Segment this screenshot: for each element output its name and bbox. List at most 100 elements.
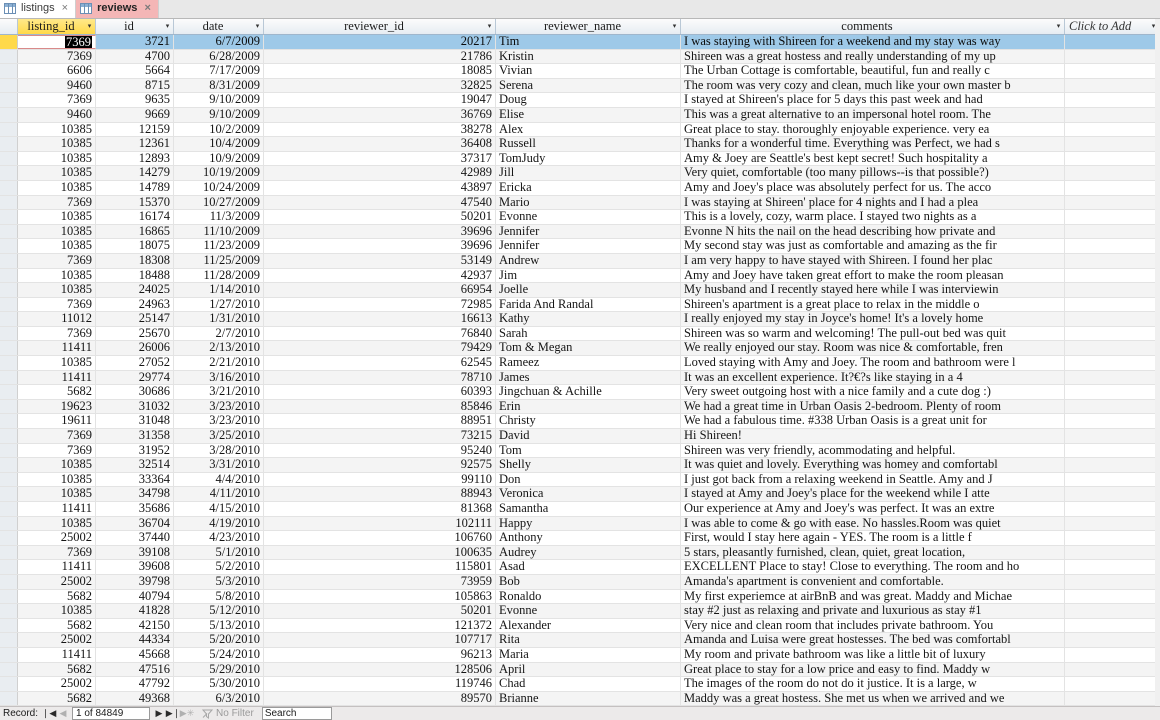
- row-selector[interactable]: [0, 210, 18, 224]
- cell-listing_id[interactable]: 7369: [18, 327, 96, 341]
- cell-reviewer_id[interactable]: 76840: [264, 327, 496, 341]
- cell-listing_id[interactable]: 10385: [18, 210, 96, 224]
- row-selector[interactable]: [0, 283, 18, 297]
- row-selector[interactable]: [0, 254, 18, 268]
- close-icon[interactable]: ×: [60, 3, 70, 14]
- cell-comments[interactable]: We really enjoyed our stay. Room was nic…: [681, 341, 1065, 355]
- cell-id[interactable]: 5664: [96, 64, 174, 78]
- cell-reviewer_name[interactable]: Anthony: [496, 531, 681, 545]
- cell-id[interactable]: 12159: [96, 123, 174, 137]
- cell-reviewer_id[interactable]: 128506: [264, 663, 496, 677]
- cell-listing_id[interactable]: 10385: [18, 123, 96, 137]
- cell-reviewer_name[interactable]: Shelly: [496, 458, 681, 472]
- cell-reviewer_id[interactable]: 78710: [264, 371, 496, 385]
- row-selector[interactable]: [0, 487, 18, 501]
- cell-date[interactable]: 5/8/2010: [174, 590, 264, 604]
- cell-date[interactable]: 10/27/2009: [174, 196, 264, 210]
- table-row[interactable]: 7369256702/7/201076840SarahShireen was s…: [0, 327, 1160, 342]
- cell-reviewer_name[interactable]: Alex: [496, 123, 681, 137]
- row-selector[interactable]: [0, 93, 18, 107]
- cell-reviewer_id[interactable]: 37317: [264, 152, 496, 166]
- cell-id[interactable]: 49368: [96, 692, 174, 706]
- cell-comments[interactable]: My second stay was just as comfortable a…: [681, 239, 1065, 253]
- table-row[interactable]: 10385325143/31/201092575ShellyIt was qui…: [0, 458, 1160, 473]
- cell-reviewer_id[interactable]: 20217: [264, 35, 496, 49]
- cell-reviewer_id[interactable]: 73215: [264, 429, 496, 443]
- table-row[interactable]: 10385347984/11/201088943VeronicaI stayed…: [0, 487, 1160, 502]
- cell-comments[interactable]: Great place to stay. thoroughly enjoyabl…: [681, 123, 1065, 137]
- cell-date[interactable]: 10/2/2009: [174, 123, 264, 137]
- cell-listing_id[interactable]: 10385: [18, 458, 96, 472]
- table-row[interactable]: 103851807511/23/200939696JenniferMy seco…: [0, 239, 1160, 254]
- cell-reviewer_name[interactable]: Kathy: [496, 312, 681, 326]
- cell-id[interactable]: 3721: [96, 35, 174, 49]
- cell-date[interactable]: 3/28/2010: [174, 444, 264, 458]
- row-selector[interactable]: [0, 692, 18, 706]
- cell-reviewer_id[interactable]: 43897: [264, 181, 496, 195]
- table-row[interactable]: 11411260062/13/201079429Tom & MeganWe re…: [0, 341, 1160, 356]
- cell-comments[interactable]: It was quiet and lovely. Everything was …: [681, 458, 1065, 472]
- cell-comments[interactable]: Amy and Joey's place was absolutely perf…: [681, 181, 1065, 195]
- table-row[interactable]: 19611310483/23/201088951ChristyWe had a …: [0, 414, 1160, 429]
- cell-reviewer_id[interactable]: 88951: [264, 414, 496, 428]
- cell-comments[interactable]: My first experiemce at airBnB and was gr…: [681, 590, 1065, 604]
- cell-date[interactable]: 5/1/2010: [174, 546, 264, 560]
- cell-reviewer_name[interactable]: Brianne: [496, 692, 681, 706]
- row-selector[interactable]: [0, 35, 18, 49]
- cell-id[interactable]: 39608: [96, 560, 174, 574]
- cell-comments[interactable]: We had a fabulous time. #338 Urban Oasis…: [681, 414, 1065, 428]
- cell-comments[interactable]: I am very happy to have stayed with Shir…: [681, 254, 1065, 268]
- cell-id[interactable]: 42150: [96, 619, 174, 633]
- cell-reviewer_name[interactable]: Samantha: [496, 502, 681, 516]
- cell-reviewer_name[interactable]: Jim: [496, 269, 681, 283]
- row-selector[interactable]: [0, 137, 18, 151]
- row-selector[interactable]: [0, 269, 18, 283]
- cell-listing_id[interactable]: 7369: [18, 196, 96, 210]
- cell-date[interactable]: 6/28/2009: [174, 50, 264, 64]
- cell-reviewer_name[interactable]: Chad: [496, 677, 681, 691]
- cell-date[interactable]: 3/25/2010: [174, 429, 264, 443]
- table-row[interactable]: 103851289310/9/200937317TomJudyAmy & Joe…: [0, 152, 1160, 167]
- cell-listing_id[interactable]: 10385: [18, 239, 96, 253]
- cell-comments[interactable]: Very nice and clean room that includes p…: [681, 619, 1065, 633]
- new-record-button[interactable]: ▶✳: [180, 707, 194, 720]
- cell-listing_id[interactable]: 10385: [18, 181, 96, 195]
- row-selector[interactable]: [0, 677, 18, 691]
- row-selector[interactable]: [0, 64, 18, 78]
- table-row[interactable]: 11411456685/24/201096213MariaMy room and…: [0, 648, 1160, 663]
- cell-date[interactable]: 6/3/2010: [174, 692, 264, 706]
- cell-listing_id[interactable]: 11411: [18, 648, 96, 662]
- cell-listing_id[interactable]: 5682: [18, 619, 96, 633]
- table-row[interactable]: 19623310323/23/201085846ErinWe had a gre…: [0, 400, 1160, 415]
- cell-comments[interactable]: I just got back from a relaxing weekend …: [681, 473, 1065, 487]
- row-selector[interactable]: [0, 458, 18, 472]
- cell-date[interactable]: 4/15/2010: [174, 502, 264, 516]
- table-row[interactable]: 5682475165/29/2010128506AprilGreat place…: [0, 663, 1160, 678]
- cell-listing_id[interactable]: 7369: [18, 50, 96, 64]
- cell-listing_id[interactable]: 19623: [18, 400, 96, 414]
- table-row[interactable]: 11411297743/16/201078710JamesIt was an e…: [0, 371, 1160, 386]
- cell-reviewer_id[interactable]: 36769: [264, 108, 496, 122]
- chevron-down-icon[interactable]: ▾: [484, 23, 495, 30]
- row-selector[interactable]: [0, 181, 18, 195]
- cell-listing_id[interactable]: 10385: [18, 356, 96, 370]
- cell-listing_id[interactable]: 25002: [18, 575, 96, 589]
- cell-date[interactable]: 7/17/2009: [174, 64, 264, 78]
- row-selector[interactable]: [0, 473, 18, 487]
- table-row[interactable]: 25002443345/20/2010107717RitaAmanda and …: [0, 633, 1160, 648]
- table-row[interactable]: 103851478910/24/200943897ErickaAmy and J…: [0, 181, 1160, 196]
- cell-date[interactable]: 5/30/2010: [174, 677, 264, 691]
- cell-listing_id[interactable]: 19611: [18, 414, 96, 428]
- table-row[interactable]: 10385333644/4/201099110DonI just got bac…: [0, 473, 1160, 488]
- table-row[interactable]: 73691537010/27/200947540MarioI was stayi…: [0, 196, 1160, 211]
- cell-reviewer_name[interactable]: Veronica: [496, 487, 681, 501]
- cell-reviewer_id[interactable]: 53149: [264, 254, 496, 268]
- row-selector[interactable]: [0, 604, 18, 618]
- cell-listing_id[interactable]: 25002: [18, 633, 96, 647]
- table-row[interactable]: 103851848811/28/200942937JimAmy and Joey…: [0, 269, 1160, 284]
- cell-listing_id[interactable]: 11411: [18, 371, 96, 385]
- table-row[interactable]: 25002477925/30/2010119746ChadThe images …: [0, 677, 1160, 692]
- cell-reviewer_name[interactable]: Jill: [496, 166, 681, 180]
- cell-reviewer_name[interactable]: David: [496, 429, 681, 443]
- row-selector[interactable]: [0, 108, 18, 122]
